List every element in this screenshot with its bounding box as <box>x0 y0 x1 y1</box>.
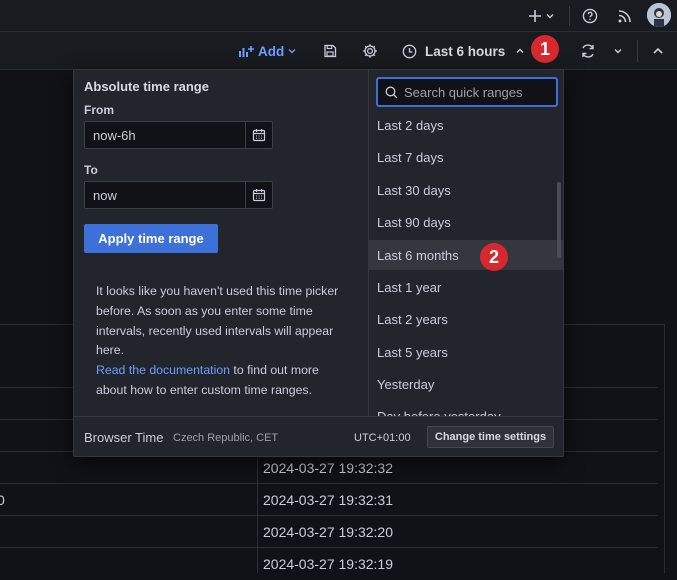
time-picker-button[interactable]: Last 6 hours <box>402 41 525 61</box>
table-row: 0 2024-03-27 19:32:31 <box>0 484 658 516</box>
absolute-range-panel: Absolute time range From now-6h To now A… <box>74 70 368 416</box>
info-text: It looks like you haven't used this time… <box>96 282 346 401</box>
quick-range-item[interactable]: Last 90 days <box>369 208 564 238</box>
quick-range-item[interactable]: Last 2 years <box>369 305 564 335</box>
separator <box>569 6 570 26</box>
rss-icon <box>618 10 631 23</box>
table-cell-time: 2024-03-27 19:32:19 <box>263 556 393 572</box>
quick-range-item[interactable]: Last 30 days <box>369 175 564 205</box>
apply-time-range-button[interactable]: Apply time range <box>84 224 218 253</box>
from-input[interactable]: now-6h <box>84 121 246 149</box>
refresh-button[interactable] <box>578 41 598 61</box>
quick-range-item[interactable]: Last 1 year <box>369 272 564 302</box>
time-range-label: Last 6 hours <box>425 43 506 59</box>
dashboard-toolbar: Add Last 6 hours <box>0 32 677 70</box>
from-label: From <box>84 103 114 117</box>
save-dashboard-button[interactable] <box>320 41 340 61</box>
chevron-down-icon <box>614 49 622 54</box>
search-placeholder: Search quick ranges <box>404 84 523 100</box>
search-quick-ranges-input[interactable]: Search quick ranges <box>376 77 558 107</box>
chevron-down-icon <box>546 14 553 19</box>
save-icon <box>324 44 337 58</box>
calendar-icon <box>252 189 266 202</box>
help-icon <box>582 8 598 24</box>
plus-icon <box>528 10 541 22</box>
utc-offset: UTC+01:00 <box>354 432 411 444</box>
panel-add-icon <box>239 46 254 57</box>
documentation-link[interactable]: Read the documentation <box>96 363 230 377</box>
quick-range-item-highlighted[interactable]: Last 6 months <box>369 240 564 270</box>
gear-icon <box>363 44 377 58</box>
quick-ranges-panel: Search quick ranges Last 2 days Last 7 d… <box>368 70 564 416</box>
quick-range-item[interactable]: Last 7 days <box>369 143 564 173</box>
news-button[interactable] <box>615 6 635 26</box>
change-time-settings-button[interactable]: Change time settings <box>427 426 554 448</box>
collapse-up-icon <box>653 47 663 54</box>
quick-range-item[interactable]: Last 5 years <box>369 337 564 367</box>
table-row: 2024-03-27 19:32:19 <box>0 548 658 580</box>
help-button[interactable] <box>580 6 600 26</box>
refresh-icon <box>582 44 594 58</box>
quick-range-item[interactable]: Last 2 days <box>369 110 564 140</box>
from-calendar-button[interactable] <box>245 121 273 149</box>
avatar[interactable] <box>647 3 671 27</box>
add-button[interactable]: Add <box>238 41 297 61</box>
calendar-icon <box>252 129 266 142</box>
refresh-interval-button[interactable] <box>610 41 626 61</box>
table-cell-time: 2024-03-27 19:32:32 <box>263 460 393 476</box>
info-text-part: It looks like you haven't used this time… <box>96 284 339 358</box>
to-input[interactable]: now <box>84 181 246 209</box>
add-label: Add <box>258 43 285 59</box>
timezone-location: Czech Republic, CET <box>173 432 279 444</box>
chevron-up-icon <box>516 48 524 53</box>
search-icon <box>385 86 398 98</box>
chevron-down-icon <box>288 49 296 54</box>
dashboard-settings-button[interactable] <box>360 41 380 61</box>
table-row: 2024-03-27 19:32:20 <box>0 516 658 548</box>
to-label: To <box>84 163 98 177</box>
table-cell-time: 2024-03-27 19:32:20 <box>263 524 393 540</box>
clock-icon <box>402 44 417 58</box>
browser-time-label: Browser Time <box>84 430 164 445</box>
separator <box>637 40 638 62</box>
absolute-range-title: Absolute time range <box>84 79 209 94</box>
collapse-button[interactable] <box>649 41 667 61</box>
table-cell-value: 0 <box>0 492 5 508</box>
annotation-badge-2: 2 <box>480 243 508 271</box>
quick-range-item[interactable]: Day before yesterday <box>369 401 564 417</box>
to-calendar-button[interactable] <box>245 181 273 209</box>
new-menu-button[interactable] <box>526 6 556 26</box>
quick-range-item[interactable]: Yesterday <box>369 369 564 399</box>
table-cell-time: 2024-03-27 19:32:31 <box>263 492 393 508</box>
quick-ranges-scrollbar[interactable] <box>557 182 561 258</box>
time-picker-footer: Browser Time Czech Republic, CET UTC+01:… <box>74 416 563 457</box>
top-bar <box>0 0 677 32</box>
annotation-badge-1: 1 <box>531 35 559 63</box>
avatar-image <box>647 3 671 27</box>
